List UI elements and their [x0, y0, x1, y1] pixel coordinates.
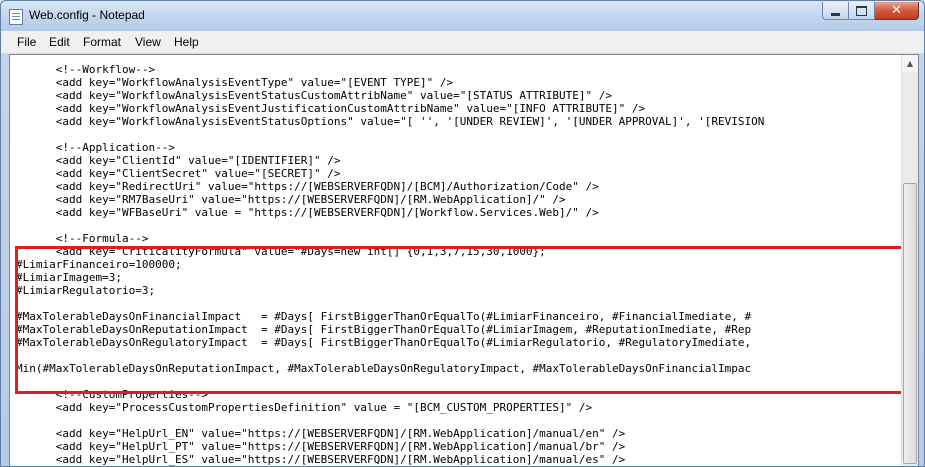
menu-format[interactable]: Format: [83, 35, 121, 49]
code-line[interactable]: <add key="WorkflowAnalysisEventType" val…: [16, 76, 453, 89]
maximize-icon: [856, 5, 867, 16]
code-line[interactable]: #MaxTolerableDaysOnReputationImpact = #D…: [16, 323, 751, 336]
code-line[interactable]: <add key="ClientSecret" value="[SECRET]"…: [16, 167, 341, 180]
code-line[interactable]: <add key="HelpUrl_EN" value="https://[WE…: [16, 427, 626, 440]
code-line[interactable]: <!--CustomProperties-->: [16, 388, 208, 401]
code-line[interactable]: <add key="HelpUrl_ES" value="https://[WE…: [16, 453, 626, 466]
menu-bar: File Edit Format View Help: [1, 31, 924, 54]
caption-buttons: ✕: [822, 2, 919, 20]
menu-file[interactable]: File: [17, 35, 36, 49]
notepad-window: Web.config - Notepad ✕ File Edit Format …: [0, 0, 925, 467]
close-button[interactable]: ✕: [875, 2, 919, 20]
window-title: Web.config - Notepad: [29, 8, 145, 22]
code-line[interactable]: #MaxTolerableDaysOnRegulatoryImpact = #D…: [16, 336, 751, 349]
vertical-scrollbar[interactable]: ▲: [901, 55, 918, 466]
code-line[interactable]: <add key="WorkflowAnalysisEventStatusOpt…: [16, 115, 765, 128]
code-line[interactable]: <!--Application-->: [16, 141, 175, 154]
code-line[interactable]: <add key="WFBaseUri" value = "https://[W…: [16, 206, 599, 219]
scroll-thumb[interactable]: [903, 183, 917, 464]
code-line[interactable]: #LimiarRegulatorio=3;: [16, 284, 155, 297]
menu-view[interactable]: View: [135, 35, 161, 49]
code-line[interactable]: #LimiarImagem=3;: [16, 271, 122, 284]
code-line[interactable]: Min(#MaxTolerableDaysOnReputationImpact,…: [16, 362, 751, 375]
maximize-button[interactable]: [849, 2, 875, 20]
code-line[interactable]: <add key="ClientId" value="[IDENTIFIER]"…: [16, 154, 341, 167]
close-icon: ✕: [891, 3, 902, 18]
code-line[interactable]: <!--Workflow-->: [16, 63, 155, 76]
menu-help[interactable]: Help: [174, 35, 199, 49]
notepad-icon[interactable]: [9, 9, 23, 25]
code-line[interactable]: <add key="ProcessCustomPropertiesDefinit…: [16, 401, 592, 414]
scroll-up-icon[interactable]: ▲: [902, 55, 918, 72]
title-bar[interactable]: Web.config - Notepad ✕: [1, 1, 924, 31]
code-line[interactable]: <add key="CriticalityFormula" value="#Da…: [16, 245, 546, 258]
code-line[interactable]: #MaxTolerableDaysOnFinancialImpact = #Da…: [16, 310, 751, 323]
code-line[interactable]: <add key="WorkflowAnalysisEventStatusCus…: [16, 89, 612, 102]
minimize-button[interactable]: [822, 2, 849, 20]
code-line[interactable]: <add key="HelpUrl_PT" value="https://[WE…: [16, 440, 626, 453]
code-line[interactable]: <!--Formula-->: [16, 232, 149, 245]
code-line[interactable]: #LimiarFinanceiro=100000;: [16, 258, 182, 271]
editor-text[interactable]: <!--Workflow--> <add key="WorkflowAnalys…: [16, 63, 901, 466]
code-line[interactable]: <add key="RM7BaseUri" value="https://[WE…: [16, 193, 566, 206]
code-line[interactable]: <add key="WorkflowAnalysisEventJustifica…: [16, 102, 645, 115]
code-line[interactable]: <add key="RedirectUri" value="https://[W…: [16, 180, 599, 193]
text-editor[interactable]: <!--Workflow--> <add key="WorkflowAnalys…: [9, 54, 919, 466]
menu-edit[interactable]: Edit: [49, 35, 70, 49]
minimize-icon: [831, 12, 840, 16]
